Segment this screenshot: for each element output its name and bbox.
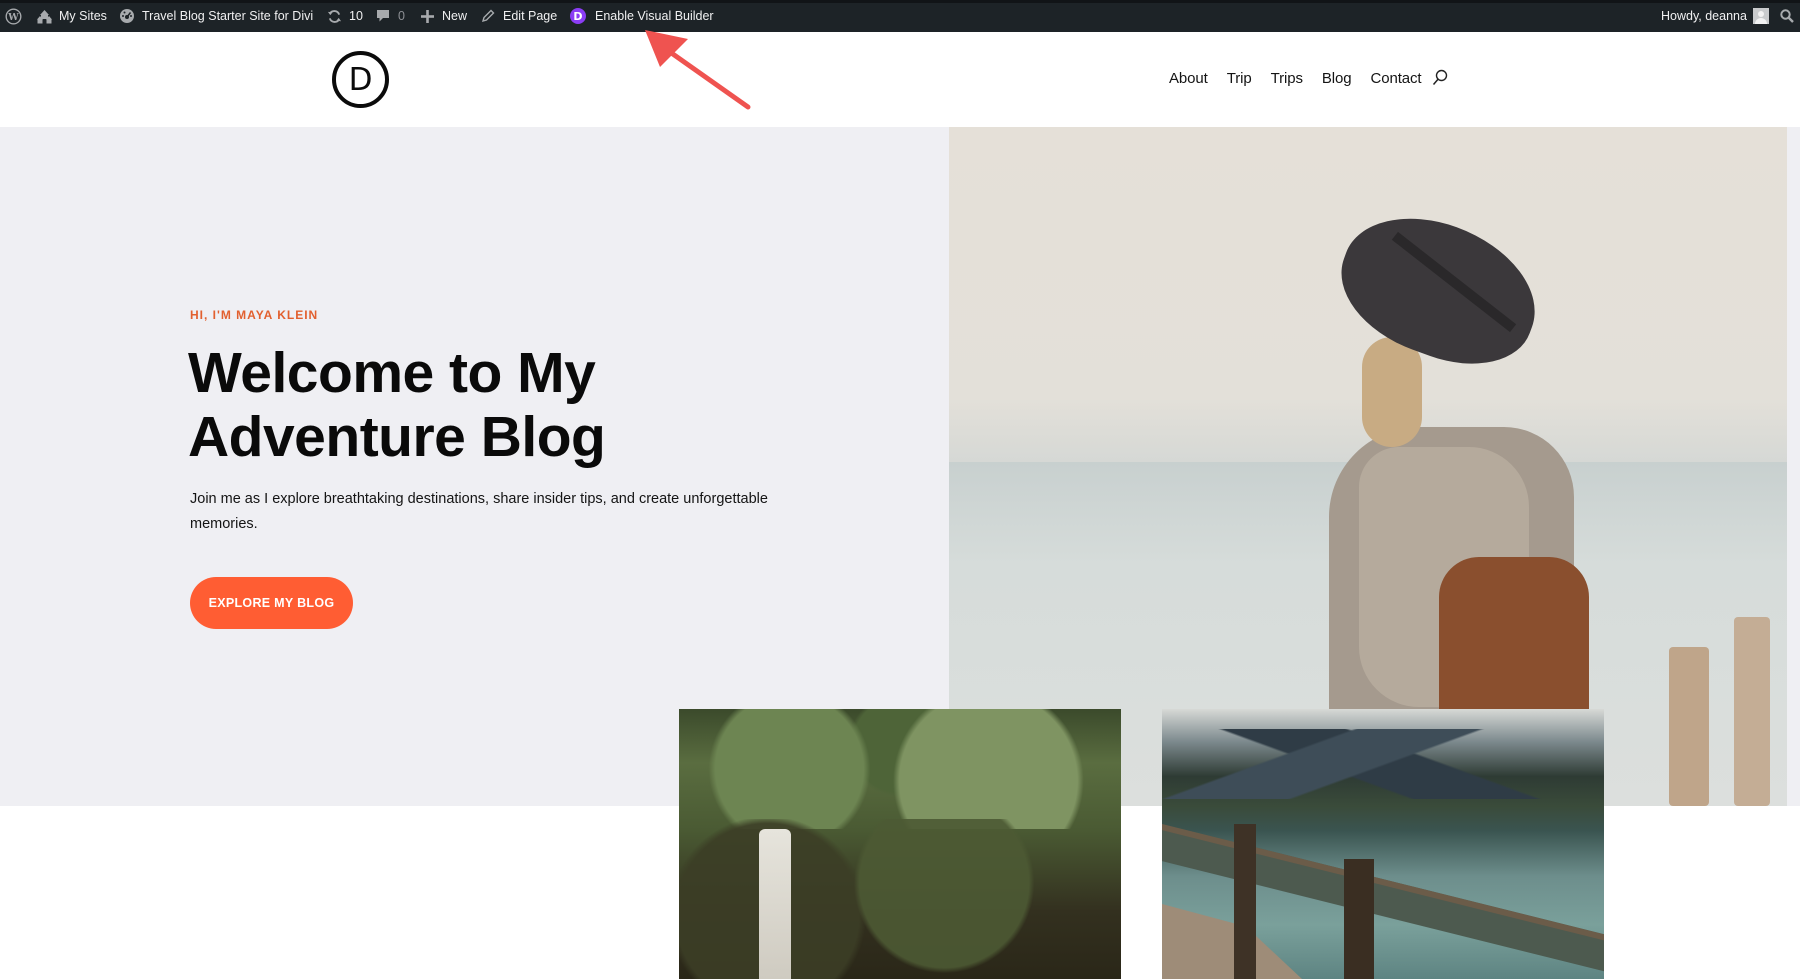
explore-my-blog-button[interactable]: EXPLORE MY BLOG (190, 577, 353, 629)
account-menu[interactable]: Howdy, deanna (1661, 0, 1769, 32)
photo-post (1344, 859, 1374, 979)
photo-trees (679, 709, 1121, 829)
hero-section: HI, I'M MAYA KLEIN Welcome to My Adventu… (0, 127, 1800, 806)
nav-about[interactable]: About (1169, 70, 1208, 87)
my-sites-label: My Sites (59, 9, 107, 23)
lake-dock-photo[interactable] (1162, 709, 1604, 979)
site-name-menu[interactable]: Travel Blog Starter Site for Divi (118, 0, 313, 32)
photo-hair (1362, 337, 1422, 447)
comments-menu[interactable]: 0 (374, 0, 405, 32)
photo-dock (1162, 904, 1302, 979)
photo-waterfall (759, 829, 791, 979)
main-nav: About Trip Trips Blog Contact (1169, 66, 1450, 90)
photo-hat (1322, 194, 1556, 386)
site-logo[interactable]: D (332, 51, 389, 108)
waterfall-photo[interactable] (679, 709, 1121, 979)
admin-bar: W My Sites Travel Blog Starter Site for … (0, 0, 1800, 32)
updates-icon (325, 7, 343, 25)
enable-visual-builder-link[interactable]: D Enable Visual Builder (570, 0, 714, 32)
hero-description: Join me as I explore breathtaking destin… (190, 491, 768, 532)
nav-blog[interactable]: Blog (1322, 70, 1352, 87)
nav-contact[interactable]: Contact (1371, 70, 1422, 87)
photo-pier-post (1669, 647, 1709, 806)
howdy-label: Howdy, deanna (1661, 9, 1747, 23)
enable-visual-builder-label: Enable Visual Builder (595, 9, 714, 23)
search-icon (1778, 7, 1796, 25)
comments-count: 0 (398, 9, 405, 23)
my-sites-icon (35, 7, 53, 25)
hero-eyebrow: HI, I'M MAYA KLEIN (190, 308, 319, 322)
photo-mountains (1162, 729, 1604, 799)
my-sites-menu[interactable]: My Sites (35, 0, 107, 32)
new-label: New (442, 9, 468, 23)
plus-icon (418, 7, 436, 25)
updates-count: 10 (349, 9, 363, 23)
pencil-icon (479, 7, 497, 25)
dashboard-icon (118, 7, 136, 25)
hero-headline: Welcome to My Adventure Blog (188, 341, 748, 469)
nav-trips[interactable]: Trips (1271, 70, 1303, 87)
divi-icon: D (570, 8, 586, 24)
comment-icon (374, 7, 392, 25)
hero-headline-line1: Welcome to My (188, 341, 596, 405)
svg-text:W: W (7, 11, 19, 22)
admin-search-button[interactable] (1778, 0, 1796, 32)
new-content-menu[interactable]: New (418, 0, 467, 32)
wordpress-menu[interactable]: W (4, 0, 24, 32)
avatar (1752, 8, 1769, 24)
hero-headline-line2: Adventure Blog (188, 405, 606, 469)
nav-trip[interactable]: Trip (1227, 70, 1252, 87)
site-header: D About Trip Trips Blog Contact (0, 32, 1800, 127)
site-name-label: Travel Blog Starter Site for Divi (142, 9, 314, 23)
photo-post (1234, 824, 1256, 979)
search-icon[interactable] (1432, 69, 1450, 87)
photo-rocks (679, 819, 1121, 979)
edit-page-label: Edit Page (503, 9, 558, 23)
traveler-in-hat-photo (949, 127, 1787, 806)
updates-menu[interactable]: 10 (325, 0, 363, 32)
photo-pier-post (1734, 617, 1770, 806)
edit-page-link[interactable]: Edit Page (479, 0, 557, 32)
wordpress-logo-icon: W (4, 7, 22, 25)
